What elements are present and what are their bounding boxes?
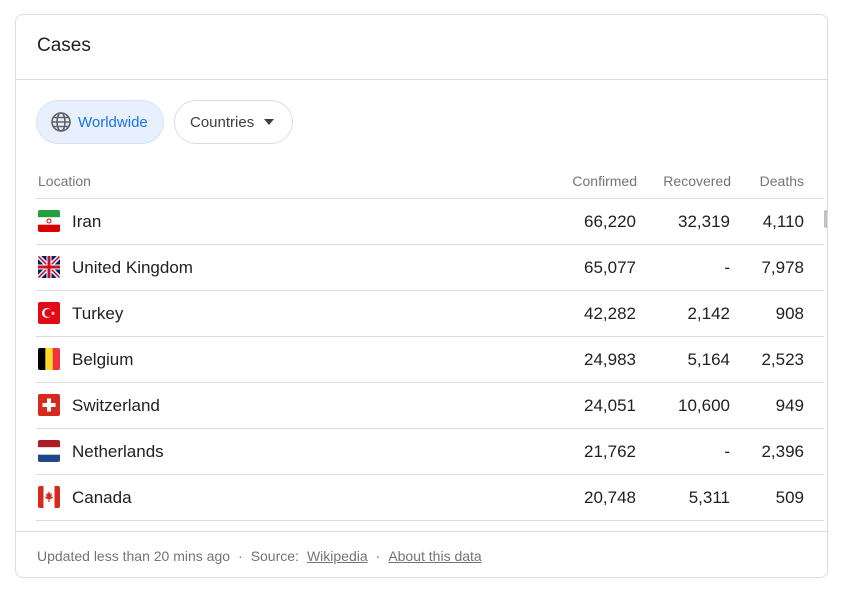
deaths-value: 4,110 bbox=[762, 212, 804, 231]
table-row[interactable]: Turkey 42,282 2,142 908 bbox=[36, 291, 824, 337]
deaths-value: 7,978 bbox=[761, 258, 804, 277]
card-title: Cases bbox=[37, 35, 91, 56]
wikipedia-link[interactable]: Wikipedia bbox=[307, 548, 368, 564]
separator: · bbox=[238, 547, 243, 564]
netherlands-flag-icon bbox=[38, 440, 60, 462]
globe-icon bbox=[50, 111, 72, 133]
header-recovered[interactable]: Recovered bbox=[663, 173, 731, 189]
table-row[interactable]: Belgium 24,983 5,164 2,523 bbox=[36, 337, 824, 383]
recovered-value: - bbox=[724, 258, 730, 277]
countries-dropdown[interactable]: Countries bbox=[174, 100, 293, 144]
worldwide-chip[interactable]: Worldwide bbox=[36, 100, 164, 144]
confirmed-value: 42,282 bbox=[584, 304, 636, 323]
belgium-flag-icon bbox=[38, 348, 60, 370]
deaths-value: 509 bbox=[775, 488, 804, 507]
recovered-value: 10,600 bbox=[678, 396, 730, 415]
table-row[interactable]: Switzerland 24,051 10,600 949 bbox=[36, 383, 824, 429]
country-name: Belgium bbox=[72, 350, 134, 369]
table-row[interactable]: Iran 66,220 32,319 4,110 bbox=[36, 199, 824, 245]
card-header: Cases bbox=[16, 15, 827, 80]
filter-chips: Worldwide Countries bbox=[36, 100, 293, 144]
recovered-value: 5,164 bbox=[687, 350, 730, 369]
recovered-value: 32,319 bbox=[678, 212, 730, 231]
about-this-data-link[interactable]: About this data bbox=[388, 548, 481, 564]
deaths-value: 908 bbox=[775, 304, 804, 323]
united-kingdom-flag-icon bbox=[38, 256, 60, 278]
confirmed-value: 65,077 bbox=[584, 258, 636, 277]
table-row[interactable]: United Kingdom 65,077 - 7,978 bbox=[36, 245, 824, 291]
country-name: Netherlands bbox=[72, 442, 164, 461]
canada-flag-icon bbox=[38, 486, 60, 508]
confirmed-value: 24,051 bbox=[584, 396, 636, 415]
countries-dropdown-label: Countries bbox=[190, 113, 255, 131]
separator: · bbox=[375, 547, 381, 564]
header-deaths[interactable]: Deaths bbox=[760, 173, 804, 189]
country-name: Canada bbox=[72, 488, 132, 507]
recovered-value: - bbox=[724, 442, 730, 461]
recovered-value: 5,311 bbox=[688, 488, 730, 507]
worldwide-chip-label: Worldwide bbox=[78, 113, 148, 131]
confirmed-value: 21,762 bbox=[584, 442, 636, 461]
confirmed-value: 24,983 bbox=[584, 350, 636, 369]
confirmed-value: 66,220 bbox=[584, 212, 636, 231]
country-name: United Kingdom bbox=[72, 258, 193, 277]
table-row[interactable]: Canada 20,748 5,311 509 bbox=[36, 475, 824, 521]
source-label: Source: bbox=[250, 547, 299, 564]
switzerland-flag-icon bbox=[38, 394, 60, 416]
country-name: Iran bbox=[72, 212, 102, 231]
caret-down-icon bbox=[264, 119, 275, 125]
table-scrollbar[interactable] bbox=[824, 210, 827, 228]
updated-text: Updated less than 20 mins ago bbox=[37, 547, 231, 564]
deaths-value: 2,523 bbox=[761, 350, 804, 369]
deaths-value: 2,396 bbox=[761, 442, 804, 461]
header-location[interactable]: Location bbox=[38, 173, 91, 189]
deaths-value: 949 bbox=[775, 396, 804, 415]
recovered-value: 2,142 bbox=[687, 304, 730, 323]
table-body[interactable]: Iran 66,220 32,319 4,110 United Kingdom … bbox=[36, 199, 824, 531]
country-name: Switzerland bbox=[72, 396, 160, 415]
turkey-flag-icon bbox=[38, 302, 60, 324]
country-name: Turkey bbox=[72, 304, 124, 323]
table-header: Location Confirmed Recovered Deaths bbox=[36, 171, 824, 199]
iran-flag-icon bbox=[38, 210, 60, 232]
confirmed-value: 20,748 bbox=[584, 488, 636, 507]
header-confirmed[interactable]: Confirmed bbox=[572, 173, 637, 189]
card-footer: Updated less than 20 mins ago · Source: … bbox=[16, 531, 827, 577]
table-row[interactable]: Netherlands 21,762 - 2,396 bbox=[36, 429, 824, 475]
cases-card: Cases Worldwide Countries Location Confi… bbox=[15, 14, 828, 578]
table-row[interactable] bbox=[36, 521, 824, 531]
